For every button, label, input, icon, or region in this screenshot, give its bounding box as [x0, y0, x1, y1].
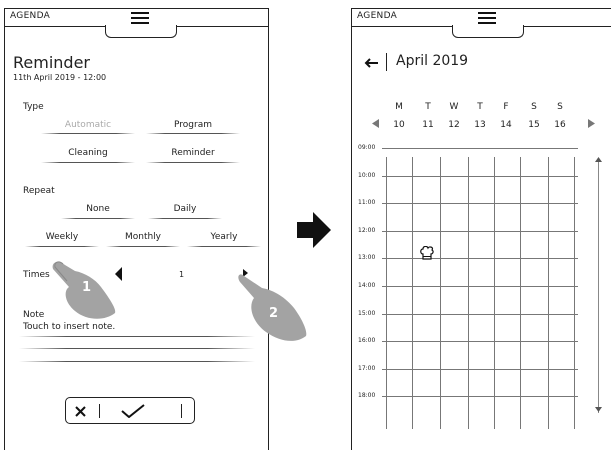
grid-column-line: [520, 157, 521, 429]
grid-row-line: [382, 148, 578, 149]
menu-icon[interactable]: [131, 12, 149, 24]
divider: [25, 246, 99, 247]
day-letter: S: [531, 102, 537, 112]
close-icon[interactable]: [75, 406, 86, 417]
separator: [386, 53, 387, 71]
day-letter: W: [449, 102, 459, 112]
separator: [181, 404, 182, 418]
type-option-automatic[interactable]: Automatic: [43, 120, 133, 130]
day-number[interactable]: 15: [524, 119, 544, 131]
callout-number: 2: [269, 306, 279, 321]
grid-column-line: [548, 157, 549, 429]
time-label: 13:00: [358, 254, 376, 262]
grid-column-line: [494, 157, 495, 429]
menu-icon[interactable]: [478, 12, 496, 24]
app-title: AGENDA: [10, 11, 51, 21]
divider: [41, 133, 135, 134]
grid-column-line: [468, 157, 469, 429]
separator: [99, 404, 100, 418]
day-number[interactable]: 12: [444, 119, 464, 131]
divider: [19, 348, 255, 349]
grid-row-line: [382, 203, 578, 205]
grid-row-line: [382, 396, 578, 398]
grid-row-line: [382, 368, 578, 370]
day-letter: F: [503, 102, 509, 112]
grid-row-line: [382, 258, 578, 260]
day-number[interactable]: 10: [389, 119, 409, 131]
time-label: 10:00: [358, 171, 376, 179]
time-label: 18:00: [358, 392, 376, 400]
day-letter: T: [425, 102, 431, 112]
repeat-option-yearly[interactable]: Yearly: [189, 232, 259, 242]
check-icon[interactable]: [121, 404, 145, 418]
time-label: 16:00: [358, 337, 376, 345]
page-title: Reminder: [13, 53, 90, 72]
chef-hat-icon[interactable]: [420, 246, 434, 260]
scrollbar[interactable]: [598, 161, 599, 413]
repeat-option-monthly[interactable]: Monthly: [108, 232, 178, 242]
month-title: April 2019: [396, 53, 469, 69]
callout-number: 1: [82, 280, 92, 295]
time-label: 11:00: [358, 199, 376, 207]
reminder-screen: AGENDA Reminder 11th April 2019 - 12:00 …: [4, 8, 269, 450]
time-label: 17:00: [358, 364, 376, 372]
menu-tab[interactable]: [452, 25, 524, 38]
divider: [146, 162, 240, 163]
day-letter: S: [557, 102, 563, 112]
grid-row-line: [382, 175, 578, 177]
divider: [106, 246, 180, 247]
app-title: AGENDA: [357, 11, 398, 21]
type-option-cleaning[interactable]: Cleaning: [43, 148, 133, 158]
type-label: Type: [23, 102, 44, 112]
day-letter: T: [477, 102, 483, 112]
repeat-option-none[interactable]: None: [63, 204, 133, 214]
day-number[interactable]: 16: [550, 119, 570, 131]
grid-row-line: [382, 313, 578, 315]
grid-row-line: [382, 286, 578, 287]
day-number[interactable]: 13: [470, 119, 490, 131]
day-letter: M: [395, 102, 403, 112]
grid-column-line: [412, 157, 413, 429]
chevron-left-icon[interactable]: [372, 119, 379, 128]
scroll-up-icon[interactable]: [595, 157, 602, 162]
repeat-label: Repeat: [23, 186, 55, 196]
times-value: 1: [179, 270, 185, 279]
grid-row-line: [382, 230, 578, 232]
scroll-down-icon[interactable]: [595, 407, 602, 412]
divider: [19, 336, 255, 337]
action-bar: [65, 397, 195, 424]
type-option-reminder[interactable]: Reminder: [148, 148, 238, 158]
calendar-screen: AGENDA April 2019 M 10 T 11 W 12 T 13 F 14 S 15 S 16 …: [351, 8, 611, 450]
day-number[interactable]: 14: [496, 119, 516, 131]
time-label: 14:00: [358, 282, 376, 289]
grid-column-line: [574, 157, 575, 429]
back-arrow-icon[interactable]: [364, 58, 378, 68]
arrow-right-icon: [297, 212, 331, 248]
hand-callout-1: 1: [45, 251, 116, 319]
repeat-option-weekly[interactable]: Weekly: [27, 232, 97, 242]
type-option-program[interactable]: Program: [148, 120, 238, 130]
chevron-right-icon[interactable]: [588, 119, 595, 128]
grid-row-line: [382, 341, 578, 343]
divider: [146, 133, 240, 134]
day-number[interactable]: 11: [418, 119, 438, 131]
time-label: 15:00: [358, 309, 376, 317]
repeat-option-daily[interactable]: Daily: [150, 204, 220, 214]
grid-column-line: [386, 157, 387, 429]
reminder-datetime: 11th April 2019 - 12:00: [13, 73, 107, 82]
divider: [187, 246, 261, 247]
grid-column-line: [440, 157, 441, 429]
divider: [41, 162, 135, 163]
menu-tab[interactable]: [105, 25, 177, 38]
note-label: Note: [23, 310, 45, 320]
time-label: 12:00: [358, 226, 376, 234]
time-label: 09:00: [358, 144, 376, 151]
divider: [148, 218, 222, 219]
hand-callout-2: 2: [236, 270, 307, 341]
divider: [19, 361, 255, 362]
divider: [61, 218, 135, 219]
